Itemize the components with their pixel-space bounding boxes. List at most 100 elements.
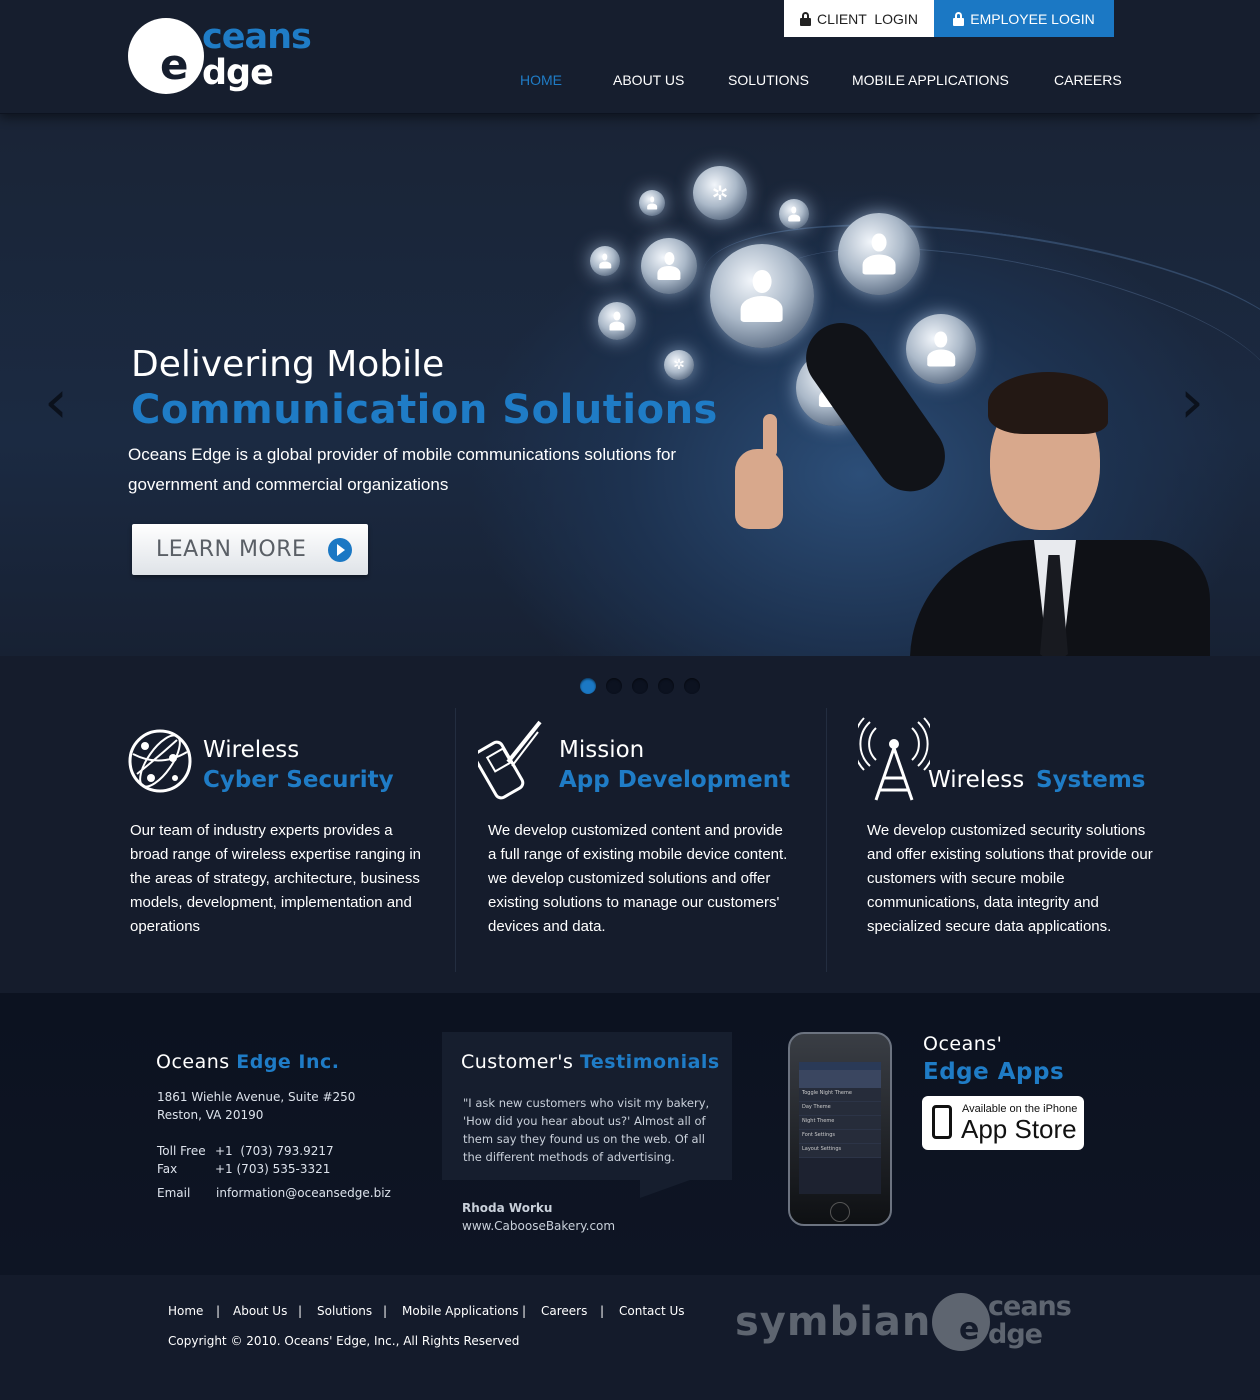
client-login-button[interactable]: CLIENT LOGIN [784, 0, 934, 37]
home-button [830, 1202, 850, 1222]
feature-description: We develop customized security solutions… [867, 822, 1153, 935]
network-bubble-icon: ✲ [693, 166, 747, 220]
address-line2: Reston, VA 20190 [157, 1108, 264, 1122]
copyright-text: Copyright © 2010. Oceans' Edge, Inc., Al… [168, 1334, 520, 1348]
footer-oceans-edge-logo: e ceans dge [932, 1293, 1082, 1353]
logo-text-bottom: dge [202, 53, 274, 93]
divider [455, 708, 456, 972]
company-heading-plain: Oceans [156, 1051, 230, 1073]
iphone-icon [932, 1105, 952, 1139]
logo-text-top: ceans [202, 17, 312, 57]
previous-slide-arrow-icon[interactable]: ‹ [44, 372, 68, 432]
footer-separator: | [298, 1304, 303, 1318]
slide-pagination [580, 678, 700, 694]
feature-title: Mission [559, 737, 645, 763]
play-circle-icon [328, 538, 352, 562]
lock-icon [953, 11, 965, 26]
email-link[interactable]: information@oceansedge.biz [216, 1186, 391, 1200]
person-bubble-icon [590, 246, 620, 276]
footer-separator: | [522, 1304, 527, 1318]
testimonial-site[interactable]: www.CabooseBakery.com [462, 1219, 615, 1233]
site-header: e ceans dge CLIENT LOGIN EMPLOYEE LOGIN … [0, 0, 1260, 114]
footer-link-solutions[interactable]: Solutions [317, 1304, 372, 1318]
slide-dot[interactable] [684, 678, 700, 694]
speech-tail [640, 1180, 690, 1198]
hero-slider: ✲ ✲ ‹ › Delivering Mobile Communication … [0, 114, 1260, 656]
footer-separator: | [383, 1304, 388, 1318]
footer-link-about-us[interactable]: About Us [233, 1304, 287, 1318]
fax-number: +1 (703) 535-3321 [215, 1162, 331, 1176]
slide-dot[interactable] [580, 678, 596, 694]
feature-title-highlight: Cyber Security [203, 767, 394, 793]
businessman-image [792, 309, 1210, 656]
client-login-label: CLIENT LOGIN [817, 10, 918, 27]
nav-home[interactable]: HOME [520, 72, 562, 92]
info-section: Oceans Edge Inc. 1861 Wiehle Avenue, Sui… [0, 993, 1260, 1275]
lock-icon [800, 11, 812, 26]
person-bubble-icon [639, 190, 665, 216]
phone-setting-row: Toggle Night Theme [799, 1088, 881, 1102]
footer-logo-text-top: ceans [988, 1291, 1072, 1322]
group-bubble-icon [838, 213, 920, 295]
apps-heading-highlight: Edge Apps [923, 1059, 1065, 1085]
employee-login-label: EMPLOYEE LOGIN [970, 10, 1095, 27]
testimonial-heading-highlight: Testimonials [579, 1051, 720, 1073]
iphone-image: Toggle Night Theme Day Theme Night Theme… [788, 1032, 892, 1226]
apps-heading-plain: Oceans' [923, 1033, 1003, 1055]
footer-link-careers[interactable]: Careers [541, 1304, 587, 1318]
learn-more-button[interactable]: LEARN MORE [132, 524, 368, 575]
pointing-hand [735, 449, 783, 529]
tollfree-label: Toll Free [157, 1144, 206, 1158]
footer-link-contact-us[interactable]: Contact Us [619, 1304, 685, 1318]
feature-title-highlight: App Development [559, 767, 791, 793]
antenna-tower-icon [858, 717, 930, 801]
company-heading-highlight: Edge Inc. [236, 1051, 340, 1073]
feature-title: Wireless [928, 767, 1025, 793]
testimonial-quote: "I ask new customers who visit my bakery… [463, 1096, 710, 1164]
person-bubble-icon [641, 238, 697, 294]
slide-dot[interactable] [606, 678, 622, 694]
divider [826, 708, 827, 972]
hero-title-line2: Communication Solutions [131, 387, 718, 433]
phone-screen: Toggle Night Theme Day Theme Night Theme… [799, 1062, 881, 1194]
person-bubble-icon [598, 302, 636, 340]
next-slide-arrow-icon[interactable]: › [1180, 372, 1204, 432]
nav-careers[interactable]: CAREERS [1054, 72, 1122, 92]
email-label: Email [157, 1186, 191, 1200]
hero-title-line1: Delivering Mobile [131, 344, 445, 385]
app-store-badge[interactable]: Available on the iPhone App Store [922, 1096, 1084, 1150]
phone-setting-row: Layout Settings [799, 1144, 881, 1158]
feature-description: Our team of industry experts provides a … [130, 822, 421, 935]
feature-title: Wireless [203, 737, 300, 763]
tollfree-number: +1 (703) 793.9217 [215, 1144, 334, 1158]
person-bubble-icon [779, 199, 809, 229]
phone-setting-row: Night Theme [799, 1116, 881, 1130]
features-section: Wireless Cyber Security Our team of indu… [0, 656, 1260, 993]
employee-login-button[interactable]: EMPLOYEE LOGIN [934, 0, 1114, 37]
slide-dot[interactable] [632, 678, 648, 694]
nav-solutions[interactable]: SOLUTIONS [728, 72, 809, 92]
footer-link-mobile-applications[interactable]: Mobile Applications [402, 1304, 518, 1318]
learn-more-label: LEARN MORE [156, 537, 307, 562]
testimonial-heading-plain: Customer's [461, 1051, 574, 1073]
footer-separator: | [600, 1304, 605, 1318]
fax-label: Fax [157, 1162, 178, 1176]
site-footer: Home | About Us | Solutions | Mobile App… [0, 1275, 1260, 1400]
testimonial-heading: Customer's Testimonials [461, 1051, 720, 1073]
symbian-logo: symbian [735, 1299, 932, 1345]
company-heading: Oceans Edge Inc. [156, 1051, 340, 1073]
slide-dot[interactable] [658, 678, 674, 694]
oceans-edge-logo[interactable]: e ceans dge [128, 18, 328, 98]
feature-description: We develop customized content and provid… [488, 822, 788, 935]
nav-mobile-applications[interactable]: MOBILE APPLICATIONS [852, 72, 1009, 92]
feature-title-highlight: Systems [1036, 767, 1146, 793]
footer-link-home[interactable]: Home [168, 1304, 203, 1318]
nav-about-us[interactable]: ABOUT US [613, 72, 684, 92]
footer-logo-mark-letter: e [959, 1312, 980, 1347]
globe-network-icon [128, 729, 192, 793]
network-bubble-icon: ✲ [664, 350, 694, 380]
footer-separator: | [216, 1304, 221, 1318]
testimonial-author: Rhoda Worku [462, 1201, 553, 1215]
logo-mark-letter: e [160, 40, 189, 89]
phone-pen-icon [478, 720, 542, 800]
